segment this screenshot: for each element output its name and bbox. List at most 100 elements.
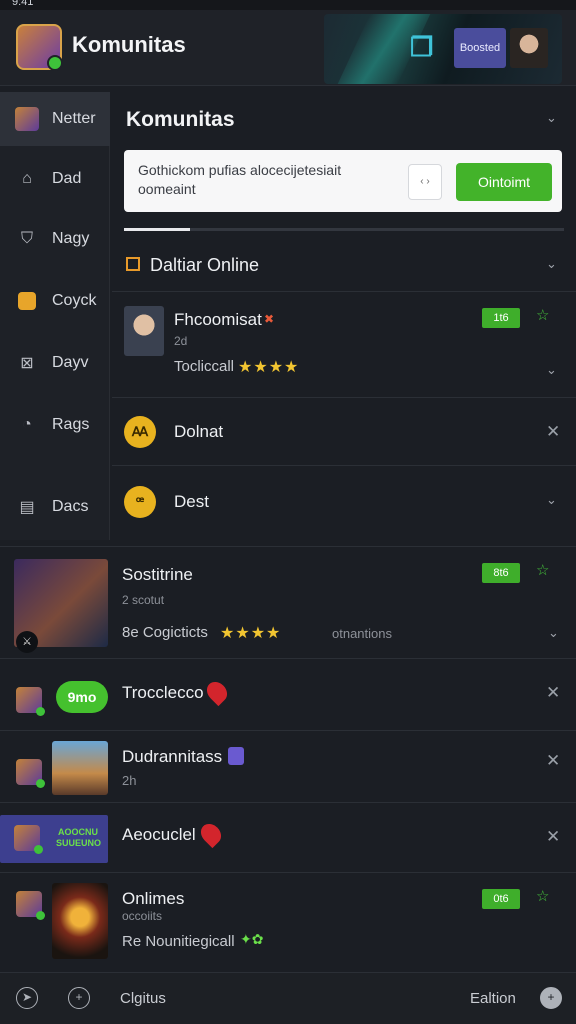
pin-icon [196,819,226,849]
entry-subtitle: 2d [174,334,188,348]
star-outline-icon[interactable]: ☆ [536,306,549,324]
active-tab-indicator [124,228,190,231]
add-circle-icon[interactable]: + [68,987,90,1009]
status-badge: 0t6 [482,889,520,909]
app-header: Komunitas ❐ Boosted [0,10,576,86]
entry-title: Fhcoomisat [174,310,262,329]
page-title: Komunitas [126,108,235,131]
inbox-icon: ⊠ [20,355,34,372]
status-pill: 9mo [56,681,108,713]
chevron-down-icon[interactable]: ⌄ [546,256,557,272]
sidebar-item-label: Dad [52,170,82,187]
feed-meta: 8e Cogicticts [122,624,208,641]
feed-title: Dudrannitass [122,747,223,766]
search-card: Gothickom pufias alocecijetesiait oomeai… [124,150,562,212]
sidebar-item-nagy[interactable]: ⛉ Nagy [0,212,110,266]
search-input[interactable]: Gothickom pufias alocecijetesiait oomeai… [138,161,378,199]
sidebar-item-netter[interactable]: Netter [0,92,110,146]
chevron-down-icon[interactable]: ⌄ [546,492,557,508]
document-icon: ▤ [19,499,35,516]
bottom-left-label[interactable]: Clgitus [120,990,166,1007]
sidebar-item-label: Dayv [52,354,89,371]
banner-badge[interactable]: Boosted [454,28,506,68]
rating-stars: ★★★★ [220,625,282,642]
feed-item[interactable]: ⚔ Sostitrine 2 scotut 8e Cogicticts ★★★★… [0,546,576,658]
list-item[interactable]: Fhcoomisat ✖ 2d Tocliccall ★★★★ 1t6 ☆ ⌄ [112,292,576,398]
list-item[interactable]: ꟹ Dest ⌄ [112,466,576,540]
compass-icon: ◔ [22,416,32,433]
sidebar-item-label: Coyck [52,292,97,309]
game-logo-icon [14,825,43,854]
game-thumbnail [52,741,108,795]
sidebar-item-label: Dacs [52,498,89,515]
reaction-icon: ✖ [264,312,275,326]
overlay-badge-icon: ⚔ [16,631,38,653]
close-icon[interactable]: ✕ [546,827,560,847]
feed-meta-extra: otnantions [332,626,392,641]
bottom-right-label[interactable]: Ealtion [470,990,516,1007]
feed-subtitle: 2h [122,773,137,788]
feed-item[interactable]: 9mo Trocclecco ✕ [0,658,576,730]
shield-icon: ⛉ [20,230,33,247]
collapse-chevron-icon[interactable]: ⌄ [546,110,557,126]
navigate-icon[interactable]: ➤ [16,987,38,1009]
sidebar-item-coyck[interactable]: Coyck [0,274,110,328]
feed-subtitle: occoiits [122,909,163,923]
chevron-down-icon[interactable]: ⌄ [548,625,559,641]
pin-icon [202,677,232,707]
header-banner[interactable]: ❐ Boosted [324,14,562,84]
entry-title: Dest [174,492,209,511]
sidebar-item-label: Nagy [52,230,90,247]
app-logo-icon[interactable] [16,24,63,71]
section-header[interactable]: Daltiar Online ⌄ [112,236,576,292]
status-badge: 1t6 [482,308,520,328]
checkbox-icon[interactable] [126,257,140,271]
close-icon[interactable]: ✕ [546,422,560,442]
search-nav-button[interactable]: ‹ › [408,164,442,200]
star-outline-icon[interactable]: ☆ [536,561,549,579]
avatar [124,306,164,356]
coin-icon: ꟹ [124,486,156,518]
feed-item[interactable]: AOOCNU SUUEUNO Aeocuclel ✕ [0,802,576,872]
feed-title: Trocclecco [122,683,204,702]
entry-title: Dolnat [174,422,224,441]
feed-title: Aeocuclel [122,825,196,844]
plus-icon[interactable]: + [540,987,562,1009]
event-badge-line2: SUUEUNO [56,838,102,848]
sidebar-item-dad[interactable]: ⌂ Dad [0,152,110,206]
status-time: 9:41 [12,0,34,8]
search-submit-button[interactable]: Ointoimt [456,163,552,201]
app-title: Komunitas [72,32,186,57]
entry-meta: Tocliccall [174,358,235,375]
sidebar-item-dayv[interactable]: ⊠ Dayv [0,336,110,390]
game-logo-icon [16,891,45,920]
banner-glyph-icon: ❐ [410,32,434,62]
feed-item[interactable]: Onlimes occoiits Re Nounitiegicall ✦✿ 0t… [0,872,576,972]
game-logo-icon [14,106,40,132]
feed-item[interactable]: Dudrannitass 2h ✕ [0,730,576,802]
event-badge: AOOCNU SUUEUNO [56,827,102,849]
bottom-bar: ➤ + Clgitus Ealtion + [0,972,576,1024]
close-icon[interactable]: ✕ [546,751,560,771]
star-outline-icon[interactable]: ☆ [536,887,549,905]
clan-icon [228,747,244,765]
feed-title: Onlimes [122,889,185,908]
section-title: Daltiar Online [150,255,260,275]
sidebar: Netter ⌂ Dad ⛉ Nagy Coyck ⊠ Dayv ◔ Rags … [0,92,110,540]
chevron-down-icon[interactable]: ⌄ [546,362,557,378]
game-thumbnail [52,883,108,959]
sidebar-item-rags[interactable]: ◔ Rags [0,398,110,452]
list-item[interactable]: Ꜳ Dolnat ✕ [112,398,576,466]
close-icon[interactable]: ✕ [546,683,560,703]
game-logo-icon [16,759,45,788]
rating-stars: ★★★★ [238,359,300,376]
tab-strip [124,228,564,231]
sidebar-item-label: Netter [52,110,96,127]
banner-avatar[interactable] [510,28,548,68]
event-badge-line1: AOOCNU [58,827,98,837]
home-icon: ⌂ [22,170,32,187]
feed-subtitle: 2 scotut [122,593,165,607]
game-logo-icon [16,687,45,716]
sidebar-item-dacs[interactable]: ▤ Dacs [0,480,110,534]
status-bar: 9:41 [0,0,576,10]
